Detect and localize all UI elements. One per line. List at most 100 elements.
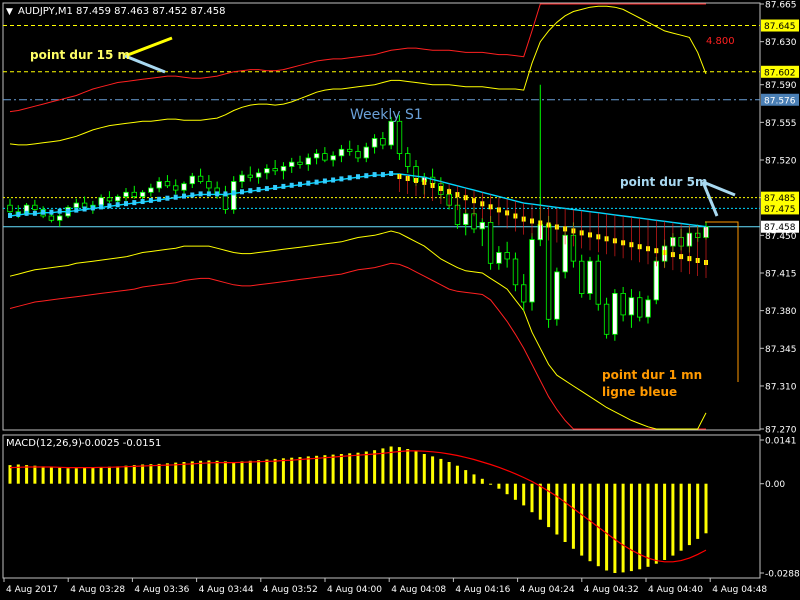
macd-bar-23	[199, 460, 203, 484]
ma-dot-6	[57, 208, 62, 214]
price-tick-label-6: 87.450	[765, 232, 797, 242]
macd-bar-25	[215, 460, 219, 484]
macd-bar-51	[431, 456, 435, 484]
ma-dot-28	[240, 189, 244, 195]
price-tick-label-7: 87.415	[765, 269, 797, 279]
ma-dot-11	[99, 204, 104, 210]
candle-body-26	[222, 193, 229, 210]
candle-body-75	[628, 297, 635, 316]
macd-bar-78	[654, 483, 658, 564]
macd-bar-39	[331, 454, 335, 484]
candle-body-8	[73, 202, 79, 208]
macd-bar-18	[157, 463, 161, 484]
price-tick-label-3: 87.555	[765, 119, 797, 129]
candle-body-18	[156, 181, 162, 189]
macd-bar-54	[455, 465, 459, 484]
macd-bar-2	[25, 465, 29, 484]
triangle-icon[interactable]: ▼	[6, 7, 13, 17]
candle-body-11	[98, 197, 104, 206]
macd-bar-22	[190, 461, 194, 484]
candle-body-71	[595, 260, 601, 305]
candle-body-32	[272, 168, 278, 172]
ma-dot-10	[90, 205, 95, 211]
ma-dot-1	[16, 211, 21, 217]
macd-bar-63	[530, 483, 534, 513]
candle-body-16	[139, 191, 146, 198]
macd-bar-7	[66, 468, 70, 484]
macd-bar-14	[124, 465, 128, 484]
candle-body-3	[32, 204, 38, 210]
macd-bar-26	[223, 461, 227, 484]
ma-dot-22	[190, 192, 195, 198]
candle-body-61	[512, 258, 519, 286]
ma-dot-18	[157, 196, 162, 202]
candle-body-15	[131, 191, 137, 198]
candle-body-42	[355, 150, 361, 159]
macd-bar-28	[240, 461, 244, 484]
candle-body-70	[587, 260, 593, 294]
ma-dot-27	[231, 190, 236, 196]
ma-dot-4	[41, 209, 46, 215]
ma-dot-19	[165, 195, 170, 201]
macd-bar-77	[646, 483, 650, 567]
candle-body-58	[487, 221, 494, 264]
candle-body-62	[521, 284, 527, 303]
candle-body-74	[620, 292, 626, 316]
ma-dot-31	[264, 186, 269, 192]
candle-body-0	[7, 204, 13, 213]
price-tag-label-0: 87.645	[764, 22, 796, 32]
macd-bar-69	[580, 483, 584, 556]
ma-dot-30	[256, 187, 261, 193]
candle-body-72	[603, 303, 610, 335]
candle-body-60	[504, 252, 510, 260]
macd-bar-84	[704, 483, 708, 534]
ma-dot-41	[347, 175, 352, 181]
ma-dot-24	[206, 191, 211, 197]
macd-bar-4	[41, 466, 45, 484]
candle-body-20	[172, 185, 179, 191]
macd-bar-6	[58, 467, 62, 484]
time-tick-label-7: 4 Aug 04:16	[455, 585, 510, 595]
macd-bar-42	[356, 452, 360, 484]
candle-body-19	[164, 181, 171, 187]
macd-bar-62	[522, 483, 526, 506]
candle-body-46	[388, 120, 394, 146]
macd-bar-17	[149, 464, 153, 484]
price-tick-label-8: 87.380	[765, 307, 797, 317]
ma-dot-5	[49, 209, 54, 215]
price-tag-label-5: 87.458	[764, 223, 796, 233]
candle-body-30	[255, 172, 262, 178]
price-tag-label-1: 87.602	[764, 68, 796, 78]
macd-bar-9	[83, 467, 87, 484]
macd-bar-30	[257, 460, 261, 484]
ma-dot-0	[8, 213, 12, 218]
candle-body-6	[57, 215, 63, 221]
candle-body-12	[106, 197, 113, 202]
time-tick-label-0: 4 Aug 2017	[6, 585, 58, 595]
ma-dot-13	[115, 202, 120, 208]
candle-body-48	[404, 153, 411, 167]
macd-bar-13	[116, 466, 120, 484]
ma-dot-35	[298, 181, 302, 187]
ma-dot-42	[356, 174, 360, 180]
candle-body-29	[247, 174, 253, 178]
macd-tick-label-0: 0.0141	[765, 437, 797, 447]
ma-dot-25	[215, 191, 220, 197]
macd-bar-79	[663, 483, 667, 560]
macd-bar-71	[596, 483, 600, 567]
macd-bar-82	[687, 483, 691, 546]
macd-bar-75	[629, 483, 633, 572]
macd-bar-33	[281, 458, 285, 484]
candle-body-66	[554, 271, 560, 320]
macd-bar-15	[132, 465, 136, 484]
macd-bar-5	[49, 467, 53, 484]
price-tag-label-2: 87.576	[764, 96, 796, 106]
time-tick-label-10: 4 Aug 04:40	[648, 585, 703, 595]
macd-bar-47	[397, 447, 401, 484]
macd-bar-72	[605, 483, 609, 571]
macd-bar-64	[538, 483, 542, 520]
ma-dot-45	[380, 172, 385, 178]
candle-body-37	[313, 153, 320, 159]
ma-dot-3	[32, 210, 37, 216]
weekly-s1-label: Weekly S1	[350, 107, 423, 123]
